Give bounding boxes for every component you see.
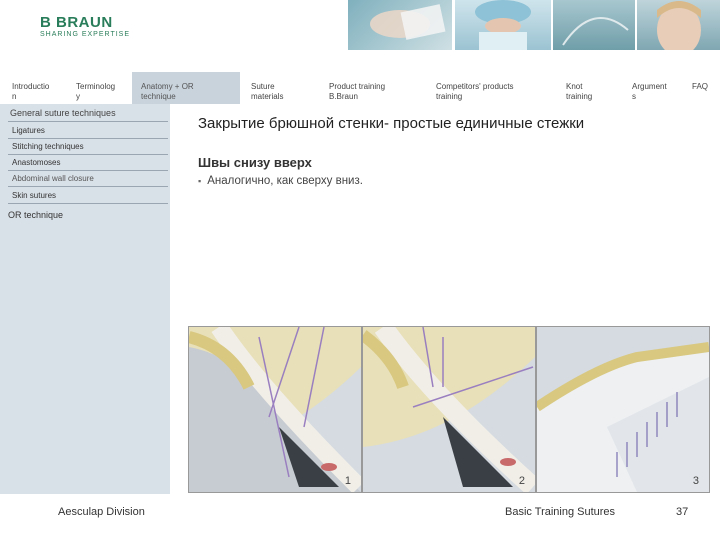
sidebar-divider xyxy=(8,203,168,204)
sidebar-item-abdominal-closure[interactable]: Abdominal wall closure xyxy=(12,174,94,183)
sidebar: General suture techniques Ligatures Stit… xyxy=(0,104,170,494)
illustration-panel-2: 2 xyxy=(359,321,540,495)
footer-division: Aesculap Division xyxy=(58,506,145,518)
bullet-marker: ▪ xyxy=(198,176,202,186)
sidebar-section-title[interactable]: General suture techniques xyxy=(10,108,116,118)
suture-image xyxy=(562,17,629,46)
sidebar-divider xyxy=(8,170,168,171)
surgeon-image xyxy=(475,0,531,50)
slide-subtitle: Швы снизу вверх xyxy=(198,155,312,170)
header-photo-surgeon xyxy=(455,0,551,50)
nav-terminology[interactable]: Terminolog y xyxy=(76,82,126,102)
sidebar-item-ligatures[interactable]: Ligatures xyxy=(12,126,45,135)
slide-title: Закрытие брюшной стенки- простые единичн… xyxy=(198,115,585,132)
nav-anatomy-or[interactable]: Anatomy + OR technique xyxy=(141,82,231,102)
footer-course: Basic Training Sutures xyxy=(505,506,616,518)
nav-competitors-training[interactable]: Competitors' products training xyxy=(436,82,546,102)
sidebar-item-stitching[interactable]: Stitching techniques xyxy=(12,142,84,151)
panel-number-2: 2 xyxy=(518,475,525,487)
sidebar-divider xyxy=(8,186,168,187)
header-photo-face xyxy=(637,0,720,50)
sidebar-divider xyxy=(8,138,168,139)
abdominal-wall-illustration-2 xyxy=(359,321,540,495)
panel-number-1: 1 xyxy=(344,475,351,487)
header-photo-hand xyxy=(348,0,452,50)
panel-number-3: 3 xyxy=(692,475,699,487)
bullet-item: ▪ Аналогично, как сверху вниз. xyxy=(198,175,363,187)
nav-introduction[interactable]: Introductio n xyxy=(12,82,62,102)
illustration-panel-1: 1 xyxy=(187,322,366,494)
nav-product-training[interactable]: Product training B.Braun xyxy=(329,82,419,102)
nav-suture-materials[interactable]: Suture materials xyxy=(251,82,311,102)
nav-arguments[interactable]: Argument s xyxy=(632,82,682,102)
page-number: 37 xyxy=(676,506,689,518)
face-image xyxy=(657,1,701,50)
hand-image xyxy=(370,4,446,40)
sidebar-item-skin-sutures[interactable]: Skin sutures xyxy=(12,191,56,200)
header-photo-suture xyxy=(553,0,635,50)
illustration-panel-3: 3 xyxy=(534,326,710,493)
brand-logo: B BRAUN xyxy=(40,14,113,31)
bullet-text: Аналогично, как сверху вниз. xyxy=(207,175,363,187)
abdominal-wall-illustration-1 xyxy=(187,322,366,494)
brand-tagline: SHARING EXPERTISE xyxy=(40,31,131,38)
sidebar-divider xyxy=(8,121,168,122)
sidebar-divider xyxy=(8,154,168,155)
nav-faq[interactable]: FAQ xyxy=(692,82,717,92)
sidebar-or-technique[interactable]: OR technique xyxy=(8,210,63,220)
abdominal-wall-illustration-3 xyxy=(534,327,710,492)
sidebar-item-anastomoses[interactable]: Anastomoses xyxy=(12,158,60,167)
nav-knot-training[interactable]: Knot training xyxy=(566,82,616,102)
